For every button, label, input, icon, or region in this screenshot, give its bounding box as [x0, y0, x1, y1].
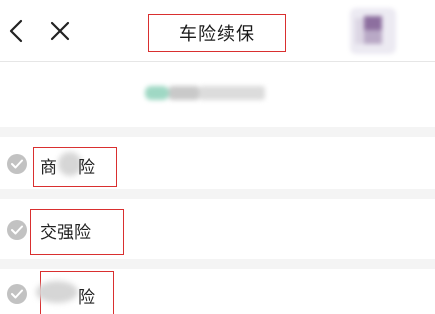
- page-title-highlight: 车险续保: [148, 14, 286, 52]
- close-button[interactable]: [46, 17, 74, 45]
- masked-text: [36, 281, 78, 303]
- masked-info: [145, 84, 265, 102]
- page-title: 车险续保: [179, 24, 255, 45]
- option-label: 交强险: [40, 223, 91, 243]
- check-circle-icon[interactable]: [7, 284, 27, 304]
- option-third-insurance[interactable]: 险: [0, 269, 435, 314]
- section-divider: [0, 259, 435, 269]
- check-circle-icon[interactable]: [7, 220, 27, 240]
- section-divider: [0, 189, 435, 199]
- chevron-left-icon: [9, 19, 23, 43]
- option-compulsory-insurance[interactable]: 交强险: [0, 199, 435, 259]
- option-commercial-insurance[interactable]: 商 险: [0, 137, 435, 189]
- nav-header: 车险续保: [0, 0, 435, 62]
- back-button[interactable]: [4, 17, 30, 45]
- avatar[interactable]: [350, 8, 396, 54]
- check-circle-icon[interactable]: [7, 154, 27, 174]
- close-icon: [50, 21, 70, 41]
- section-divider: [0, 127, 435, 137]
- option-label-end: 险: [78, 288, 95, 308]
- option-label-start: 商: [40, 158, 57, 178]
- option-label-end: 险: [78, 158, 95, 178]
